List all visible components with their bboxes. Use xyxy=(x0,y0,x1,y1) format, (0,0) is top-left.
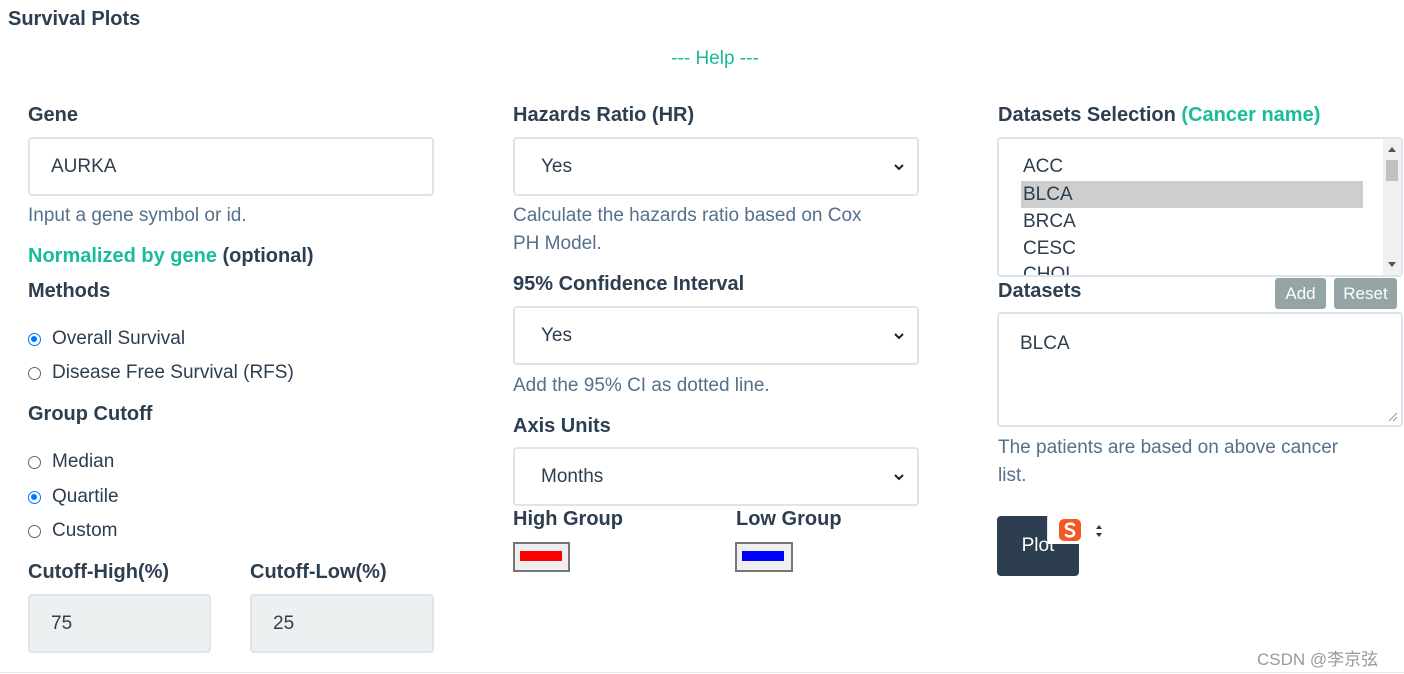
datasets-textarea[interactable]: BLCA xyxy=(997,312,1403,427)
gene-label: Gene xyxy=(28,104,79,126)
cutoff-high-value: 75 xyxy=(51,612,73,634)
gene-input-value: AURKA xyxy=(51,155,117,177)
cutoff-quartile-label: Quartile xyxy=(52,486,119,507)
axis-units-select[interactable]: Months xyxy=(513,447,919,506)
help-link[interactable]: --- Help --- xyxy=(0,48,1404,70)
confidence-interval-hint: Add the 95% CI as dotted line. xyxy=(513,375,770,396)
chevron-down-icon xyxy=(894,332,904,339)
chevron-down-icon xyxy=(894,163,904,170)
cutoff-low-input[interactable]: 25 xyxy=(250,594,434,653)
radio-median[interactable] xyxy=(28,455,41,469)
datasets-selection-label-accent: (Cancer name) xyxy=(1181,104,1321,126)
datasets-textarea-value: BLCA xyxy=(1020,333,1070,354)
gene-input[interactable]: AURKA xyxy=(28,137,434,196)
divider xyxy=(0,672,1404,673)
cutoff-custom[interactable]: Custom xyxy=(28,520,117,542)
cutoff-low-value: 25 xyxy=(273,612,295,634)
hazards-ratio-label: Hazards Ratio (HR) xyxy=(513,104,695,126)
method-overall-survival[interactable]: Overall Survival xyxy=(28,328,185,350)
hazards-ratio-hint-line1: Calculate the hazards ratio based on Cox xyxy=(513,205,862,226)
scroll-down-arrow-icon[interactable] xyxy=(1387,261,1397,268)
reset-button[interactable]: Reset xyxy=(1334,278,1397,309)
datasets-hint-line1: The patients are based on above cancer xyxy=(998,437,1339,458)
gene-hint: Input a gene symbol or id. xyxy=(28,205,247,226)
high-group-label: High Group xyxy=(513,508,623,530)
list-item-selected[interactable]: BLCA xyxy=(1021,181,1363,208)
hazards-ratio-value: Yes xyxy=(541,155,572,177)
datasets-selection-label: Datasets Selection (Cancer name) xyxy=(998,104,1320,127)
scroll-up-arrow-icon[interactable] xyxy=(1387,146,1397,153)
list-item[interactable]: CHOL xyxy=(1023,261,1076,275)
listbox-scrollbar[interactable] xyxy=(1383,139,1401,275)
method-disease-free-survival-label: Disease Free Survival (RFS) xyxy=(52,362,294,383)
low-group-color-picker[interactable] xyxy=(735,542,793,572)
normalized-by-gene-link[interactable]: Normalized by gene xyxy=(28,245,217,267)
high-group-color-picker[interactable] xyxy=(513,542,570,572)
list-item[interactable]: CESC xyxy=(1023,235,1076,262)
datasets-selection-listbox[interactable]: ACC BLCA BRCA CESC CHOL xyxy=(997,137,1403,277)
radio-disease-free-survival[interactable] xyxy=(28,366,41,380)
cutoff-median-label: Median xyxy=(52,451,115,472)
axis-units-label: Axis Units xyxy=(513,415,611,437)
datasets-hint: The patients are based on above cancer l… xyxy=(998,434,1338,490)
datasets-hint-line2: list. xyxy=(998,465,1027,486)
low-group-color-swatch xyxy=(742,551,784,561)
high-group-color-swatch xyxy=(520,551,562,561)
add-button[interactable]: Add xyxy=(1275,278,1326,309)
cutoff-custom-label: Custom xyxy=(52,520,118,541)
confidence-interval-value: Yes xyxy=(541,324,572,346)
methods-label: Methods xyxy=(28,280,111,302)
normalized-optional-text: (optional) xyxy=(222,245,314,267)
chevron-down-icon xyxy=(894,473,904,480)
cutoff-quartile[interactable]: Quartile xyxy=(28,486,119,508)
sogou-ime-icon[interactable] xyxy=(1058,518,1082,542)
confidence-interval-select[interactable]: Yes xyxy=(513,306,919,365)
list-item[interactable]: BRCA xyxy=(1023,208,1076,235)
watermark: CSDN @李京弦 xyxy=(1257,650,1379,669)
cutoff-high-label: Cutoff-High(%) xyxy=(28,561,170,583)
ime-toolbar[interactable] xyxy=(1047,516,1110,544)
hazards-ratio-select[interactable]: Yes xyxy=(513,137,919,196)
radio-quartile[interactable] xyxy=(28,490,41,504)
cutoff-high-input[interactable]: 75 xyxy=(28,594,211,653)
resize-handle-icon[interactable] xyxy=(1388,412,1398,422)
low-group-label: Low Group xyxy=(736,508,842,530)
cutoff-median[interactable]: Median xyxy=(28,451,114,473)
group-cutoff-label: Group Cutoff xyxy=(28,403,153,425)
normalized-by-gene: Normalized by gene (optional) xyxy=(28,245,314,268)
ime-options-icon[interactable] xyxy=(1095,524,1103,538)
list-item[interactable]: ACC xyxy=(1023,153,1063,180)
confidence-interval-label: 95% Confidence Interval xyxy=(513,273,745,295)
datasets-selection-label-text: Datasets Selection xyxy=(998,104,1176,126)
scrollbar-thumb[interactable] xyxy=(1386,160,1398,181)
radio-overall-survival[interactable] xyxy=(28,332,41,346)
cutoff-low-label: Cutoff-Low(%) xyxy=(250,561,387,583)
page-title: Survival Plots xyxy=(8,8,141,30)
radio-custom[interactable] xyxy=(28,524,41,538)
datasets-label: Datasets xyxy=(998,280,1082,302)
hazards-ratio-hint: Calculate the hazards ratio based on Cox… xyxy=(513,202,862,258)
axis-units-value: Months xyxy=(541,465,604,487)
method-overall-survival-label: Overall Survival xyxy=(52,328,186,349)
method-disease-free-survival[interactable]: Disease Free Survival (RFS) xyxy=(28,362,294,384)
hazards-ratio-hint-line2: PH Model. xyxy=(513,233,602,254)
